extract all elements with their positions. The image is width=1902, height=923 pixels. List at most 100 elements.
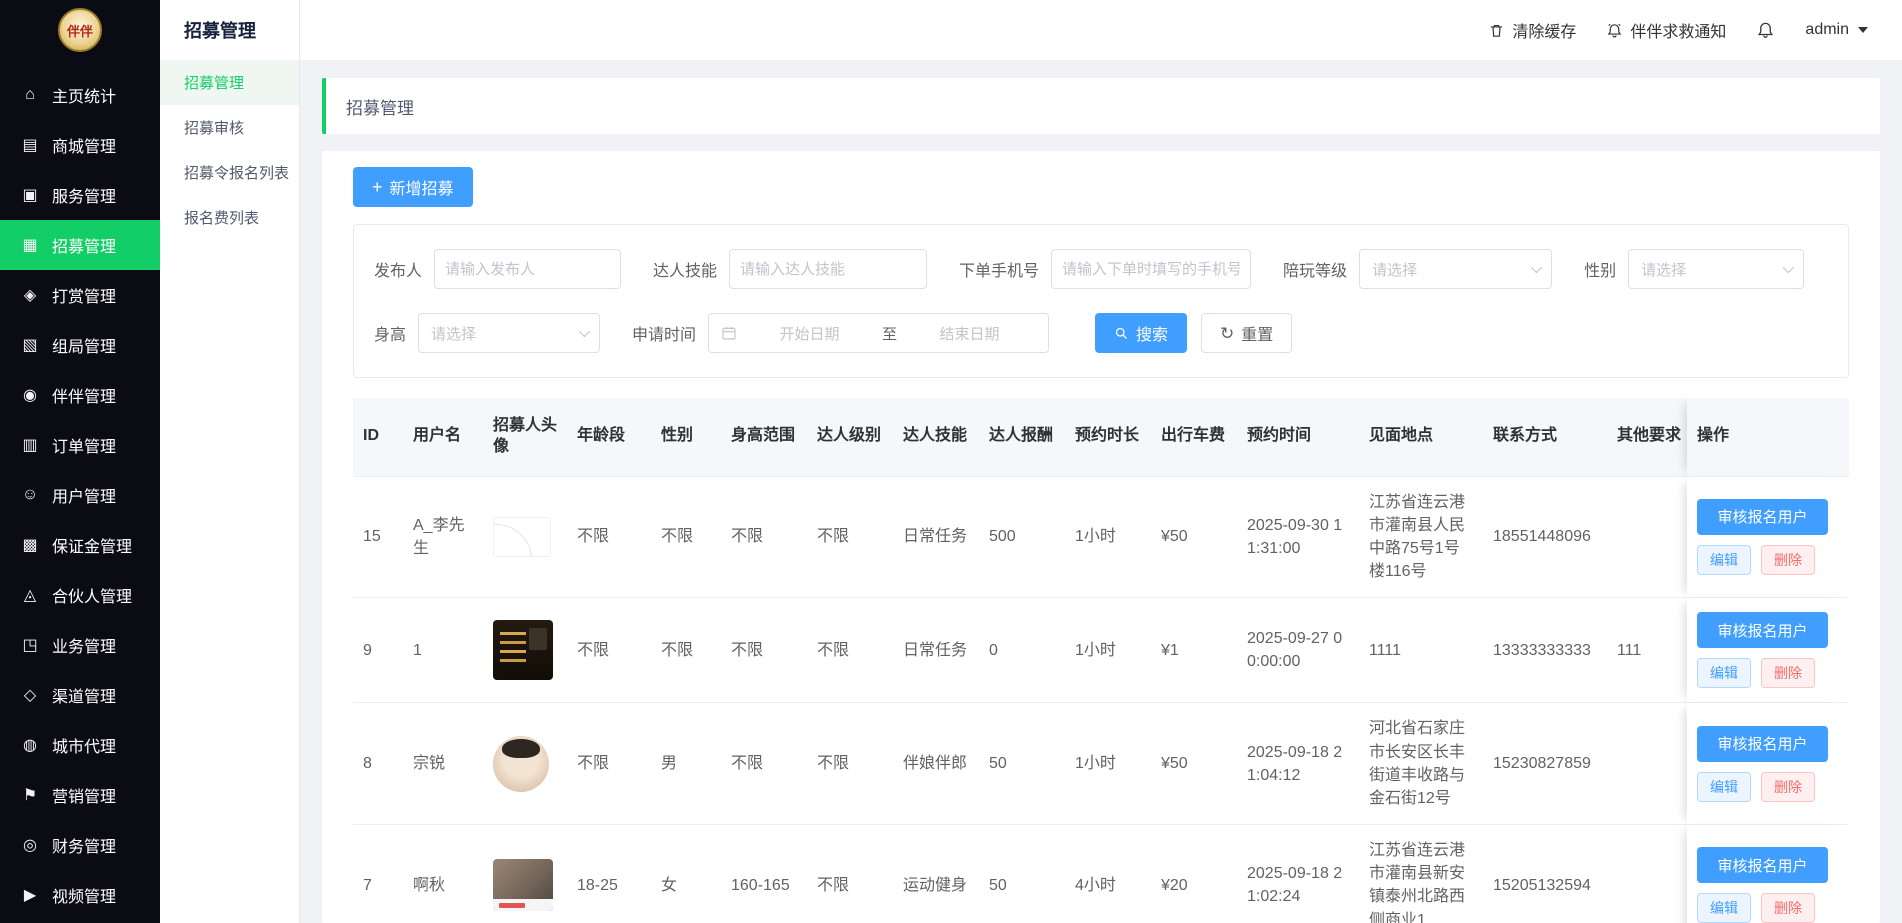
gender-select[interactable]: 请选择	[1628, 249, 1804, 289]
chevron-down-icon	[1531, 262, 1542, 273]
play-level-select[interactable]: 请选择	[1359, 249, 1552, 289]
column-header: ID	[353, 398, 403, 477]
search-label: 搜索	[1136, 321, 1168, 345]
apply-time-range[interactable]: 开始日期 至 结束日期	[708, 313, 1049, 353]
sidebar-item-service[interactable]: ▣服务管理	[0, 170, 160, 220]
table-row: 7啊秋18-25女160-165不限运动健身504小时¥202025-09-18…	[353, 825, 1849, 923]
cell-time: 2025-09-18 21:04:12	[1237, 703, 1359, 825]
add-recruit-label: 新增招募	[390, 175, 454, 199]
column-header: 年龄段	[567, 398, 651, 477]
cell-place: 1111	[1359, 598, 1483, 703]
edit-button[interactable]: 编辑	[1697, 658, 1751, 688]
sidebar-item-mall[interactable]: ▤商城管理	[0, 120, 160, 170]
recruit-table-wrap[interactable]: ID用户名招募人头像年龄段性别身高范围达人级别达人技能达人报酬预约时长出行车费预…	[353, 398, 1849, 923]
clear-cache-button[interactable]: 清除缓存	[1488, 18, 1576, 42]
breadcrumb: 招募管理	[322, 78, 1880, 134]
sidebar-item-user[interactable]: ☺用户管理	[0, 470, 160, 520]
search-button[interactable]: 搜索	[1095, 313, 1187, 353]
delete-button[interactable]: 删除	[1761, 772, 1815, 802]
sidebar-nav: ⌂主页统计▤商城管理▣服务管理▦招募管理◈打赏管理▧组局管理◉伴伴管理▥订单管理…	[0, 60, 160, 920]
filter-row-2: 身高 请选择 申请时间 开始日期 至	[374, 313, 1828, 353]
apply-time-filter: 申请时间 开始日期 至 结束日期	[632, 313, 1049, 353]
cell-id: 7	[353, 825, 403, 923]
cell-level: 不限	[807, 477, 893, 599]
cell-level: 不限	[807, 598, 893, 703]
cell-pay: 50	[979, 703, 1065, 825]
sidebar-item-label: 主页统计	[52, 83, 116, 107]
sidebar-item-video[interactable]: ▶视频管理	[0, 870, 160, 920]
notifications-button[interactable]	[1756, 21, 1775, 40]
sidebar-item-home-stats[interactable]: ⌂主页统计	[0, 70, 160, 120]
op-row: 编辑删除	[1697, 893, 1839, 923]
height-filter: 身高 请选择	[374, 313, 600, 353]
delete-button[interactable]: 删除	[1761, 893, 1815, 923]
reset-button[interactable]: ↻ 重置	[1201, 313, 1292, 353]
gender-filter: 性别 请选择	[1584, 249, 1804, 289]
order-phone-input[interactable]	[1051, 249, 1251, 289]
edit-button[interactable]: 编辑	[1697, 545, 1751, 575]
chevron-down-icon	[1783, 262, 1794, 273]
cell-time: 2025-09-18 21:02:24	[1237, 825, 1359, 923]
sidebar-item-marketing[interactable]: ⚑营销管理	[0, 770, 160, 820]
sidebar-item-companion[interactable]: ◉伴伴管理	[0, 370, 160, 420]
ops-cell: 审核报名用户编辑删除	[1687, 477, 1849, 599]
sidebar-item-business[interactable]: ◳业务管理	[0, 620, 160, 670]
column-header: 见面地点	[1359, 398, 1483, 477]
sidebar-item-label: 财务管理	[52, 833, 116, 857]
submenu-item-1[interactable]: 招募审核	[160, 105, 299, 150]
sidebar-item-partner[interactable]: ◬合伙人管理	[0, 570, 160, 620]
column-header: 预约时长	[1065, 398, 1151, 477]
recruiter-avatar	[493, 620, 553, 680]
delete-button[interactable]: 删除	[1761, 545, 1815, 575]
column-header: 预约时间	[1237, 398, 1359, 477]
order-phone-label: 下单手机号	[959, 257, 1039, 281]
sidebar-item-deposit[interactable]: ▩保证金管理	[0, 520, 160, 570]
table-head: ID用户名招募人头像年龄段性别身高范围达人级别达人技能达人报酬预约时长出行车费预…	[353, 398, 1849, 477]
submenu-item-2[interactable]: 招募令报名列表	[160, 150, 299, 195]
height-select[interactable]: 请选择	[418, 313, 600, 353]
cell-id: 8	[353, 703, 403, 825]
cell-contact: 13333333333	[1483, 598, 1607, 703]
add-recruit-button[interactable]: + 新增招募	[353, 167, 473, 207]
cell-pay: 500	[979, 477, 1065, 599]
sidebar-item-label: 合伙人管理	[52, 583, 132, 607]
cell-height: 不限	[721, 598, 807, 703]
calendar-icon	[721, 325, 737, 341]
order-phone-filter: 下单手机号	[959, 249, 1251, 289]
submenu-item-0[interactable]: 招募管理	[160, 60, 299, 105]
column-header: 联系方式	[1483, 398, 1607, 477]
skill-input[interactable]	[729, 249, 927, 289]
cell-id: 9	[353, 598, 403, 703]
cell-gender: 女	[651, 825, 721, 923]
marketing-icon: ⚑	[20, 785, 40, 805]
column-header: 性别	[651, 398, 721, 477]
delete-button[interactable]: 删除	[1761, 658, 1815, 688]
sidebar-item-finance[interactable]: ◎ 财务管理	[0, 820, 160, 870]
sidebar-item-recruit[interactable]: ▦招募管理	[0, 220, 160, 270]
cell-duration: 1小时	[1065, 598, 1151, 703]
sos-notice-button[interactable]: 伴伴求救通知	[1606, 18, 1726, 42]
sidebar-item-city-agent[interactable]: ◍城市代理	[0, 720, 160, 770]
review-signup-button[interactable]: 审核报名用户	[1697, 726, 1828, 762]
sidebar-item-label: 业务管理	[52, 633, 116, 657]
sidebar-item-label: 服务管理	[52, 183, 116, 207]
sidebar-item-reward[interactable]: ◈打赏管理	[0, 270, 160, 320]
table-row: 15A_李先生不限不限不限不限日常任务5001小时¥502025-09-30 1…	[353, 477, 1849, 599]
publisher-input[interactable]	[434, 249, 621, 289]
edit-button[interactable]: 编辑	[1697, 893, 1751, 923]
review-signup-button[interactable]: 审核报名用户	[1697, 499, 1828, 535]
cell-height: 不限	[721, 703, 807, 825]
submenu-item-3[interactable]: 报名费列表	[160, 195, 299, 240]
sidebar-item-channel[interactable]: ◇渠道管理	[0, 670, 160, 720]
review-signup-button[interactable]: 审核报名用户	[1697, 612, 1828, 648]
edit-button[interactable]: 编辑	[1697, 772, 1751, 802]
cell-age: 不限	[567, 477, 651, 599]
admin-menu[interactable]: admin	[1805, 21, 1868, 39]
sidebar-item-order[interactable]: ▥订单管理	[0, 420, 160, 470]
review-signup-button[interactable]: 审核报名用户	[1697, 847, 1828, 883]
finance-icon: ◎	[20, 835, 40, 855]
sidebar-item-label: 渠道管理	[52, 683, 116, 707]
start-date-placeholder: 开始日期	[743, 323, 876, 344]
sidebar-item-group[interactable]: ▧组局管理	[0, 320, 160, 370]
submenu-title: 招募管理	[160, 0, 299, 60]
